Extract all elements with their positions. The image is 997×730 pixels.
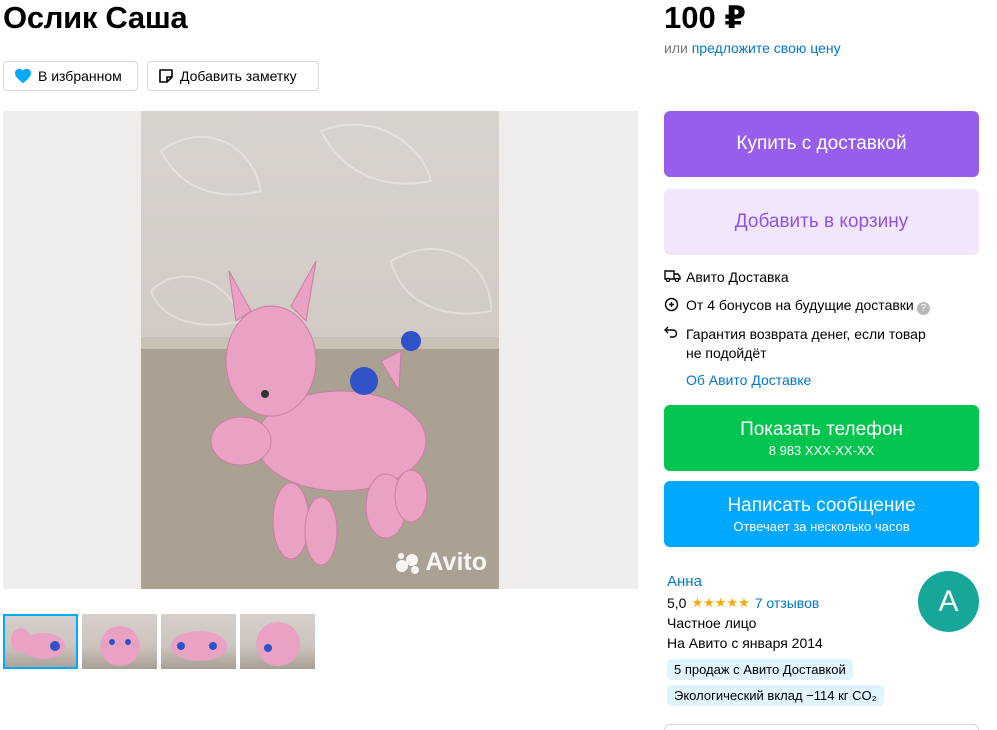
seller-name[interactable]: Анна [667,573,702,590]
delivery-service-text: Авито Доставка [686,269,789,285]
photo-gallery[interactable]: Avito [3,111,638,589]
phone-number: 8 983 XXX-XX-XX [768,442,875,458]
offer-prefix: или [664,40,692,56]
return-arrow-icon [664,326,678,338]
truck-icon [664,270,681,282]
guarantee-line-1: Гарантия возврата денег, если товар [686,326,926,342]
message-label: Написать сообщение [727,494,916,516]
reviews-link[interactable]: 7 отзывов [755,595,820,611]
thumbnail-strip [3,614,315,669]
note-label: Добавить заметку [180,68,297,84]
seller-since: На Авито с января 2014 [667,635,823,651]
show-phone-button[interactable]: Показать телефон 8 983 XXX-XX-XX [664,405,979,471]
seller-rating: 5,0 ★★★★★ 7 отзывов [667,595,819,611]
thumbnail-3[interactable] [161,614,236,669]
delivery-service: Авито Доставка [664,268,789,287]
toy-donkey-image [141,123,499,589]
watermark-text: Avito [425,548,487,576]
add-note-button[interactable]: Добавить заметку [147,61,319,91]
offer-price-link[interactable]: предложите свою цену [692,40,841,56]
seller-avatar[interactable]: А [918,571,979,632]
bonus-icon [664,297,679,312]
heart-icon [15,68,31,84]
avito-logo-icon [396,552,420,574]
reply-time: Отвечает за несколько часов [733,518,910,534]
buy-with-delivery-button[interactable]: Купить с доставкой [664,111,979,177]
cart-label: Добавить в корзину [734,211,909,232]
thumbnail-2[interactable] [82,614,157,669]
add-to-cart-button[interactable]: Добавить в корзину [664,189,979,255]
gallery-blur-left [3,111,141,589]
favorite-button[interactable]: В избранном [3,61,138,91]
guarantee-line-2: не подойдёт [686,345,767,361]
avito-watermark: Avito [395,548,487,577]
about-delivery-link[interactable]: Об Авито Доставке [686,372,811,388]
favorite-label: В избранном [38,68,122,84]
write-message-button[interactable]: Написать сообщение Отвечает за несколько… [664,481,979,547]
listing-title: Ослик Саша [3,0,188,35]
help-icon[interactable]: ? [916,302,930,315]
rating-value: 5,0 [667,595,687,611]
offer-line: или предложите свою цену [664,40,841,56]
sales-badge: 5 продаж с Авито Доставкой [667,659,853,680]
note-icon [159,69,173,83]
gallery-blur-right [499,111,638,589]
thumbnail-4[interactable] [240,614,315,669]
eco-badge: Экологический вклад −114 кг CO₂ [667,685,884,706]
thumbnail-1[interactable] [3,614,78,669]
buy-label: Купить с доставкой [736,133,907,154]
delivery-guarantee: Гарантия возврата денег, если товар не по… [664,325,926,363]
price: 100 ₽ [664,0,746,35]
seller-type: Частное лицо [667,615,757,631]
next-card-edge [664,724,979,730]
bonus-text: От 4 бонусов на будущие доставки [686,297,914,313]
main-photo[interactable]: Avito [141,111,499,589]
rating-stars: ★★★★★ [691,595,750,610]
delivery-bonus: От 4 бонусов на будущие доставки? [664,296,930,315]
phone-label: Показать телефон [740,418,903,440]
